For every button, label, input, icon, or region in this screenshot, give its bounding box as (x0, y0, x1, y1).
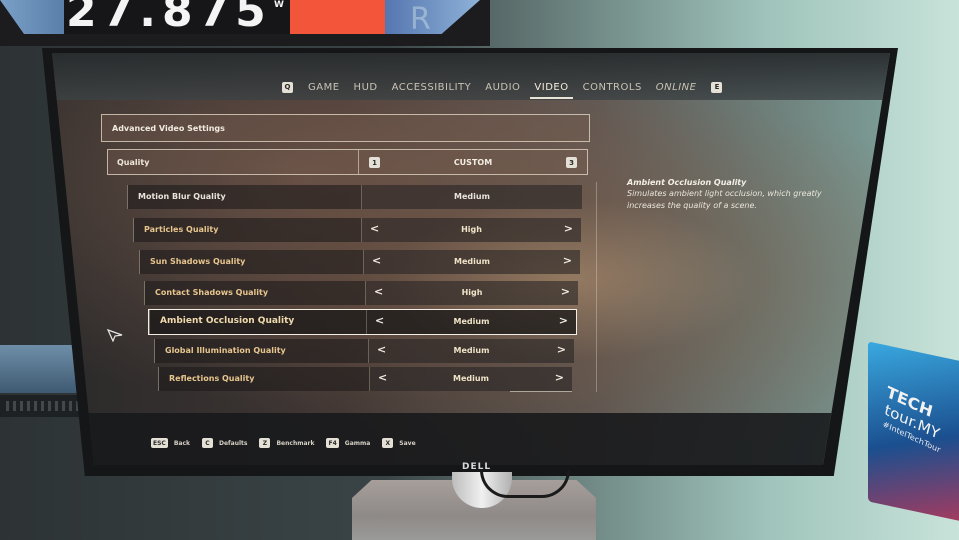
setting-value-cell: < Medium > (363, 250, 580, 274)
setting-value: Medium (453, 317, 490, 326)
chevron-right-icon[interactable]: > (563, 254, 572, 267)
setting-row-motion-blur[interactable]: Motion Blur Quality Medium (127, 185, 582, 209)
setting-row-particles[interactable]: Particles Quality < High > (133, 218, 581, 242)
setting-name-cell: Contact Shadows Quality (144, 281, 365, 305)
tab-controls[interactable]: CONTROLS (583, 82, 642, 93)
setting-description: Ambient Occlusion Quality Simulates ambi… (627, 178, 827, 212)
hint-key: C (202, 438, 213, 448)
setting-row-sun-shadows[interactable]: Sun Shadows Quality < Medium > (139, 250, 580, 274)
setting-name: Sun Shadows Quality (150, 257, 246, 266)
chevron-right-icon[interactable]: > (557, 343, 566, 356)
list-scroll-indicator[interactable] (510, 391, 572, 392)
setting-value: High (461, 288, 483, 297)
setting-name-cell: Global Illumination Quality (154, 339, 368, 363)
setting-value: Medium (453, 374, 489, 383)
quality-preset-row[interactable]: Quality 1 CUSTOM 3 (107, 149, 588, 175)
setting-row-global-illumination[interactable]: Global Illumination Quality < Medium > (154, 339, 574, 363)
setting-name-cell: Sun Shadows Quality (139, 250, 363, 274)
setting-value-cell: < High > (365, 281, 578, 305)
hint-back[interactable]: ESC Back (151, 438, 190, 448)
setting-name-cell: Ambient Occlusion Quality (149, 310, 366, 334)
setting-value: Medium (454, 192, 490, 201)
setting-value-cell[interactable]: Medium (361, 185, 582, 209)
description-title: Ambient Occlusion Quality (627, 178, 747, 187)
description-body: Simulates ambient light occlusion, which… (627, 189, 822, 210)
pointer-cursor-icon (107, 329, 123, 342)
tab-game[interactable]: GAME (308, 82, 340, 93)
tab-online[interactable]: ONLINE (656, 82, 697, 93)
hint-label: Back (173, 439, 190, 447)
tab-accessibility[interactable]: ACCESSIBILITY (392, 82, 472, 93)
hint-label: Benchmark (276, 439, 315, 447)
setting-name-cell: Motion Blur Quality (127, 185, 361, 209)
setting-name: Contact Shadows Quality (155, 288, 269, 297)
tab-audio[interactable]: AUDIO (485, 82, 520, 93)
hint-label: Defaults (219, 439, 248, 447)
setting-value: Medium (453, 346, 490, 355)
hint-label: Save (399, 439, 416, 447)
chevron-right-icon[interactable]: > (555, 371, 564, 384)
hint-key: X (382, 438, 394, 448)
setting-name: Reflections Quality (169, 374, 255, 383)
hint-save[interactable]: X Save (382, 438, 416, 448)
setting-value-cell: < Medium > (368, 339, 574, 363)
setting-name: Ambient Occlusion Quality (160, 316, 295, 326)
section-header[interactable]: Advanced Video Settings (101, 114, 590, 142)
tab-video[interactable]: VIDEO (530, 82, 573, 99)
screen-panel-orange (290, 0, 385, 34)
background-monitor-screen: 27.875 W R (0, 0, 480, 34)
setting-name: Particles Quality (144, 225, 219, 234)
chevron-right-icon[interactable]: > (561, 285, 570, 298)
background-letter: R (410, 2, 431, 34)
power-unit: W (274, 0, 284, 10)
photo-scene: 27.875 W R Q GAME HUD ACCESSIBILITY AUDI… (0, 0, 959, 540)
prev-tab-key[interactable]: Q (282, 81, 293, 93)
setting-name-cell: Particles Quality (133, 218, 361, 242)
description-divider (596, 182, 597, 392)
hint-key: Z (259, 438, 271, 448)
background-monitor: 27.875 W R (0, 0, 490, 46)
setting-row-contact-shadows[interactable]: Contact Shadows Quality < High > (144, 281, 578, 305)
screen-panel-blue-left (0, 0, 64, 34)
setting-value: High (461, 225, 482, 234)
key-hints: ESC Back C Defaults Z Benchmark F4 Gamma… (151, 438, 428, 448)
dell-logo: DELL (462, 462, 492, 472)
hint-gamma[interactable]: F4 Gamma (326, 438, 370, 448)
cable (480, 470, 570, 498)
power-reading: 27.875 (66, 0, 272, 34)
setting-value: Medium (454, 257, 490, 266)
tab-hud[interactable]: HUD (354, 82, 378, 93)
quality-label: Quality (117, 158, 150, 167)
setting-value-cell: < Medium > (369, 367, 572, 391)
chevron-right-icon[interactable]: > (559, 314, 568, 327)
hint-label: Gamma (344, 439, 371, 447)
techtour-box: TECH tour.MY #IntelTechTour (868, 341, 959, 523)
settings-tabs: Q GAME HUD ACCESSIBILITY AUDIO VIDEO CON… (274, 77, 730, 99)
section-title: Advanced Video Settings (112, 124, 225, 133)
hint-key: F4 (326, 438, 339, 448)
setting-row-reflections[interactable]: Reflections Quality < Medium > (158, 367, 572, 391)
setting-value-cell: < Medium > (366, 310, 576, 334)
setting-name: Motion Blur Quality (138, 192, 226, 201)
chevron-right-icon[interactable]: > (564, 222, 573, 235)
setting-name: Global Illumination Quality (165, 346, 286, 355)
quality-value: CUSTOM (453, 158, 493, 167)
setting-name-cell: Reflections Quality (158, 367, 369, 391)
setting-row-ambient-occlusion[interactable]: Ambient Occlusion Quality < Medium > (148, 309, 577, 335)
hint-benchmark[interactable]: Z Benchmark (259, 438, 314, 448)
setting-value-cell: < High > (361, 218, 581, 242)
hint-key: ESC (151, 438, 168, 448)
hint-defaults[interactable]: C Defaults (202, 438, 247, 448)
quality-next-key[interactable]: 3 (566, 157, 577, 168)
screen-panel-blue-right (385, 0, 480, 34)
next-tab-key[interactable]: E (711, 81, 723, 93)
